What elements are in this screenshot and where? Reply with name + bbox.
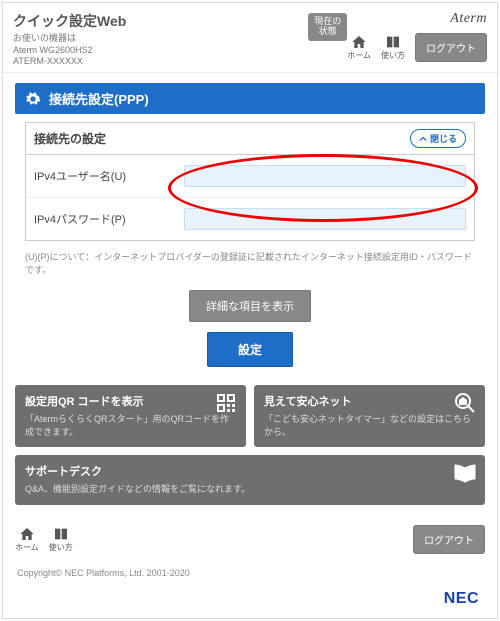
connection-settings-panel: 接続先の設定 閉じる IPv4ユーザー名(U) IPv4パスワード(P) [25, 122, 475, 241]
brand-logo: Aterm [450, 11, 487, 27]
book-icon [52, 526, 70, 542]
home-link[interactable]: ホーム [347, 34, 371, 61]
page-title-bar: 接続先設定(PPP) [15, 83, 485, 114]
device-serial: ATERM-XXXXXX [13, 56, 302, 68]
collapse-button[interactable]: 閉じる [410, 129, 466, 148]
usage-link[interactable]: 使い方 [381, 34, 405, 61]
footer-bar: ホーム 使い方 ログアウト [3, 517, 497, 562]
home-icon [18, 526, 36, 542]
qr-card-title: 設定用QR コードを表示 [25, 393, 236, 409]
safety-card[interactable]: 見えて安心ネット 「こども安心ネットタイマー」などの設定はこちらから。 [254, 385, 485, 447]
panel-title: 接続先の設定 [34, 130, 106, 147]
apply-button[interactable]: 設定 [207, 332, 293, 367]
page-title: 接続先設定(PPP) [49, 89, 149, 108]
qr-card-desc: 「AtermらくらくQRスタート」用のQRコードを作成できます。 [25, 413, 236, 438]
magnifier-home-icon [453, 391, 477, 418]
device-model: Aterm WG2600HS2 [13, 45, 302, 57]
gear-icon [25, 91, 41, 107]
support-card-title: サポートデスク [25, 463, 475, 479]
safety-card-desc: 「こども安心ネットタイマー」などの設定はこちらから。 [264, 413, 475, 438]
chevron-up-icon [419, 135, 427, 143]
app-title: クイック設定Web [13, 11, 302, 31]
footer-usage-link[interactable]: 使い方 [49, 526, 73, 553]
home-icon [350, 34, 368, 50]
book-icon [384, 34, 402, 50]
support-card[interactable]: サポートデスク Q&A、機能別設定ガイドなどの情報をご覧になれます。 [15, 455, 485, 505]
show-details-button[interactable]: 詳細な項目を表示 [189, 290, 311, 322]
support-card-desc: Q&A、機能別設定ガイドなどの情報をご覧になれます。 [25, 483, 475, 496]
ipv4-pass-input[interactable] [184, 208, 466, 230]
safety-card-title: 見えて安心ネット [264, 393, 475, 409]
form-note: (U)(P)について：インターネットプロバイダーの登録証に記載されたインターネッ… [25, 251, 475, 276]
current-status-button[interactable]: 現在の 状態 [308, 13, 347, 41]
ipv4-pass-label: IPv4パスワード(P) [34, 211, 184, 227]
qr-icon [214, 391, 238, 418]
device-label: お使いの機器は [13, 33, 302, 45]
footer-home-link[interactable]: ホーム [15, 526, 39, 553]
qr-card[interactable]: 設定用QR コードを表示 「AtermらくらくQRスタート」用のQRコードを作成… [15, 385, 246, 447]
footer-logout-button[interactable]: ログアウト [413, 525, 485, 554]
ipv4-user-label: IPv4ユーザー名(U) [34, 168, 184, 184]
copyright: Copyright© NEC Platforms, Ltd. 2001-2020 [3, 562, 497, 590]
open-book-icon [453, 461, 477, 488]
nec-logo: NEC [444, 590, 479, 607]
logout-button[interactable]: ログアウト [415, 33, 487, 62]
top-bar: クイック設定Web お使いの機器は Aterm WG2600HS2 ATERM-… [3, 3, 497, 73]
ipv4-user-input[interactable] [184, 165, 466, 187]
